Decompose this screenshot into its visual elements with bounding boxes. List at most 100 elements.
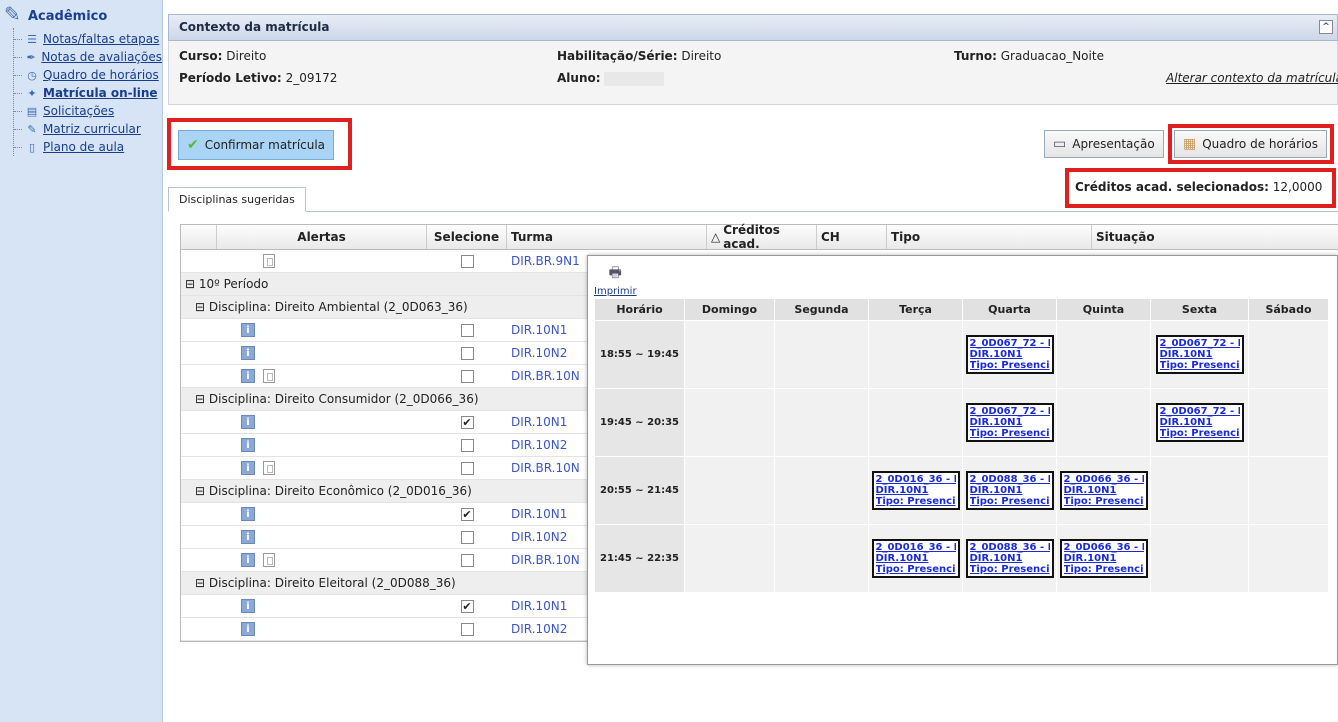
sidebar-item-label[interactable]: Quadro de horários — [43, 68, 159, 82]
apresentacao-button[interactable]: ▭ Apresentação — [1044, 130, 1164, 158]
class-slot-link[interactable]: 2_0D066_36 - D DIR.10N1 Tipo: Presenci — [1059, 539, 1148, 578]
confirmar-matricula-button[interactable]: ✔ Confirmar matrícula — [178, 130, 335, 160]
schedule-table: Horário Domingo Segunda Terça Quarta Quinta Se… — [594, 298, 1329, 593]
info-icon[interactable]: i — [241, 438, 255, 452]
schedule-cell — [868, 388, 963, 457]
alertas-cell — [217, 250, 427, 272]
grid-header: Alertas Selecione Turma △ Créditos acad. … — [181, 223, 1338, 251]
select-checkbox[interactable] — [460, 553, 474, 567]
class-slot-link[interactable]: 2_0D067_72 - D DIR.10N1 Tipo: Presenci — [1155, 403, 1244, 442]
class-slot-link[interactable]: 2_0D067_72 - D DIR.10N1 Tipo: Presenci — [965, 403, 1054, 442]
alertas-cell: i — [217, 434, 427, 456]
info-icon[interactable]: i — [241, 599, 255, 613]
schedule-cell — [1150, 524, 1249, 593]
select-checkbox[interactable] — [460, 438, 474, 452]
collapse-icon[interactable]: ^ — [1319, 20, 1333, 34]
group-label[interactable]: ⊟ Disciplina: Direito Ambiental (2_0D063… — [181, 300, 468, 314]
class-slot-link[interactable]: 2_0D088_36 - D DIR.10N1 Tipo: Presenci — [965, 539, 1054, 578]
sidebar-item-label[interactable]: Notas de avaliações — [41, 50, 162, 64]
col-turma[interactable]: Turma — [507, 225, 707, 249]
document-icon: ▭ — [1053, 136, 1067, 152]
sidebar-item-0[interactable]: ☰ Notas/faltas etapas — [14, 30, 162, 48]
sidebar-item-6[interactable]: ▯ Plano de aula — [14, 138, 162, 156]
schedule-col-header: Terça — [868, 298, 963, 321]
sidebar-item-label[interactable]: Solicitações — [43, 104, 114, 118]
schedule-col-header: Domingo — [684, 298, 775, 321]
group-label[interactable]: ⊟ 10º Período — [181, 277, 268, 291]
sidebar-item-1[interactable]: ✒ Notas de avaliações — [14, 48, 162, 66]
academic-icon: ✎ — [4, 2, 21, 26]
select-checkbox[interactable]: ✔ — [460, 415, 474, 429]
habilitacao-field: Habilitação/Série: Direito — [557, 49, 722, 63]
sidebar-nav: ☰ Notas/faltas etapas ✒ Notas de avaliações… — [13, 28, 162, 156]
sort-asc-icon: △ — [711, 230, 721, 244]
alertas-cell: i — [217, 526, 427, 548]
info-icon[interactable]: i — [241, 415, 255, 429]
sidebar-item-5[interactable]: ✎ Matriz curricular — [14, 120, 162, 138]
form-icon: ▤ — [26, 104, 38, 118]
select-checkbox[interactable] — [460, 323, 474, 337]
group-label[interactable]: ⊟ Disciplina: Direito Eleitoral (2_0D088… — [181, 576, 456, 590]
col-ch[interactable]: CH — [817, 225, 887, 249]
info-icon[interactable]: i — [241, 369, 255, 383]
sidebar-item-4[interactable]: ▤ Solicitações — [14, 102, 162, 120]
select-checkbox[interactable]: ✔ — [460, 507, 474, 521]
schedule-cell: 2_0D088_36 - D DIR.10N1 Tipo: Presenci — [962, 456, 1057, 525]
schedule-cell — [1248, 388, 1329, 457]
select-checkbox[interactable] — [460, 622, 474, 636]
select-checkbox[interactable] — [460, 254, 474, 268]
info-icon[interactable]: i — [241, 461, 255, 475]
context-title: Contexto da matrícula — [179, 20, 330, 34]
tool-icon: ✦ — [27, 86, 37, 100]
sidebar-item-label[interactable]: Plano de aula — [43, 140, 124, 154]
info-icon[interactable]: i — [241, 530, 255, 544]
schedule-cell — [774, 320, 869, 389]
schedule-cell — [684, 320, 775, 389]
quadro-horarios-button[interactable]: ▦ Quadro de horários — [1174, 130, 1327, 158]
col-alertas[interactable]: Alertas — [217, 225, 427, 249]
context-panel-header: Contexto da matrícula ^ — [168, 14, 1338, 41]
tab-disciplinas-sugeridas[interactable]: Disciplinas sugeridas — [168, 187, 306, 212]
col-tipo[interactable]: Tipo — [887, 225, 1092, 249]
class-slot-link[interactable]: 2_0D067_72 - D DIR.10N1 Tipo: Presenci — [1155, 335, 1244, 374]
info-icon[interactable]: i — [241, 507, 255, 521]
class-slot-link[interactable]: 2_0D066_36 - D DIR.10N1 Tipo: Presenci — [1059, 471, 1148, 510]
class-slot-link[interactable]: 2_0D067_72 - D DIR.10N1 Tipo: Presenci — [965, 335, 1054, 374]
select-checkbox[interactable] — [460, 530, 474, 544]
alterar-contexto-link[interactable]: Alterar contexto da matrícula — [1166, 71, 1338, 85]
col-creditos[interactable]: △ Créditos acad. — [707, 223, 817, 251]
group-label[interactable]: ⊟ Disciplina: Direito Econômico (2_0D016… — [181, 484, 472, 498]
info-icon[interactable]: i — [241, 323, 255, 337]
document-icon[interactable] — [263, 254, 275, 268]
alertas-cell: i — [217, 411, 427, 433]
sidebar-item-2[interactable]: ◷ Quadro de horários — [14, 66, 162, 84]
select-checkbox[interactable] — [460, 346, 474, 360]
alertas-cell: i — [217, 365, 427, 387]
select-checkbox[interactable] — [460, 369, 474, 383]
document-icon[interactable] — [263, 461, 275, 475]
document-icon[interactable] — [263, 553, 275, 567]
sidebar: ✎ Acadêmico ☰ Notas/faltas etapas ✒ Notas d… — [0, 0, 163, 722]
col-selecione[interactable]: Selecione — [427, 225, 507, 249]
group-label[interactable]: ⊟ Disciplina: Direito Consumidor (2_0D06… — [181, 392, 479, 406]
main-content: Contexto da matrícula ^ Curso: Direito P… — [167, 14, 1338, 642]
document-icon[interactable] — [263, 369, 275, 383]
sidebar-item-label[interactable]: Matriz curricular — [43, 122, 141, 136]
info-icon[interactable]: i — [241, 622, 255, 636]
tab-bar: Disciplinas sugeridas — [168, 187, 1338, 212]
class-slot-link[interactable]: 2_0D088_36 - D DIR.10N1 Tipo: Presenci — [965, 471, 1054, 510]
select-checkbox[interactable] — [460, 461, 474, 475]
class-slot-link[interactable]: 2_0D016_36 - D DIR.10N1 Tipo: Presenci — [871, 471, 960, 510]
info-icon[interactable]: i — [241, 553, 255, 567]
schedule-cell: 2_0D067_72 - D DIR.10N1 Tipo: Presenci — [962, 320, 1057, 389]
info-icon[interactable]: i — [241, 346, 255, 360]
sidebar-item-3[interactable]: ✦ Matrícula on-line — [14, 84, 162, 102]
sidebar-item-label[interactable]: Matrícula on-line — [43, 86, 158, 100]
select-checkbox[interactable]: ✔ — [460, 599, 474, 613]
col-situacao[interactable]: Situação — [1092, 225, 1338, 249]
book-icon: ▯ — [28, 140, 36, 154]
schedule-cell — [1150, 456, 1249, 525]
print-button[interactable]: 🖶 Imprimir — [594, 262, 637, 297]
sidebar-item-label[interactable]: Notas/faltas etapas — [43, 32, 159, 46]
class-slot-link[interactable]: 2_0D016_36 - D DIR.10N1 Tipo: Presenci — [871, 539, 960, 578]
